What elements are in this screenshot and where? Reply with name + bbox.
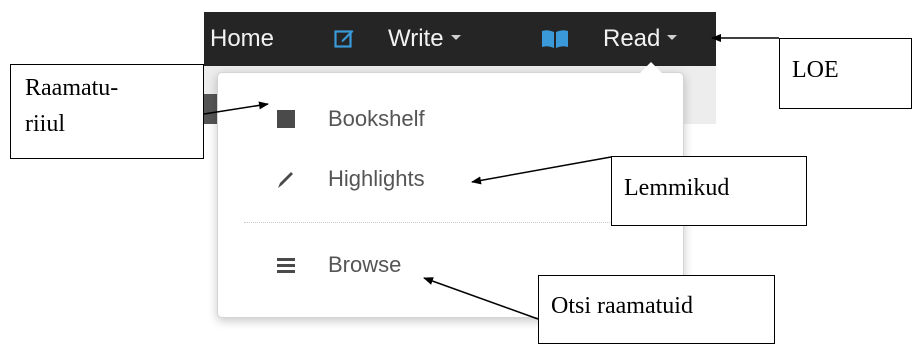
menu-item-label: Bookshelf [328, 106, 425, 131]
nav-read-label: Read [603, 25, 661, 52]
annotation-raamaturiiul: Raamatu- riiul [10, 64, 204, 159]
list-icon [277, 258, 295, 273]
chevron-down-icon [450, 35, 461, 41]
chevron-down-icon [667, 35, 678, 41]
annotation-text: Otsi raamatuid [551, 293, 693, 319]
annotation-text: LOE [792, 57, 839, 83]
pencil-square-icon [334, 30, 354, 48]
nav-home-link[interactable]: Home [210, 12, 274, 66]
nav-home-label: Home [210, 25, 275, 52]
annotation-text: Raamatu- [25, 75, 119, 101]
pen-icon [278, 172, 293, 188]
menu-item-label: Highlights [328, 166, 425, 191]
bookshelf-square-icon [277, 110, 295, 128]
annotation-text: riiul [25, 111, 65, 137]
annotation-lemmikud: Lemmikud [611, 156, 807, 226]
nav-write-label: Write [388, 25, 444, 52]
annotation-text: Lemmikud [624, 175, 730, 201]
annotation-loe: LOE [779, 38, 912, 109]
annotation-otsi-raamatuid: Otsi raamatuid [538, 275, 775, 344]
open-book-icon [542, 30, 568, 48]
menu-item-label: Browse [328, 252, 402, 277]
top-navbar: Home Write Read [204, 12, 716, 66]
dropdown-pointer [640, 62, 662, 73]
menu-item-bookshelf[interactable]: Bookshelf [218, 97, 683, 141]
